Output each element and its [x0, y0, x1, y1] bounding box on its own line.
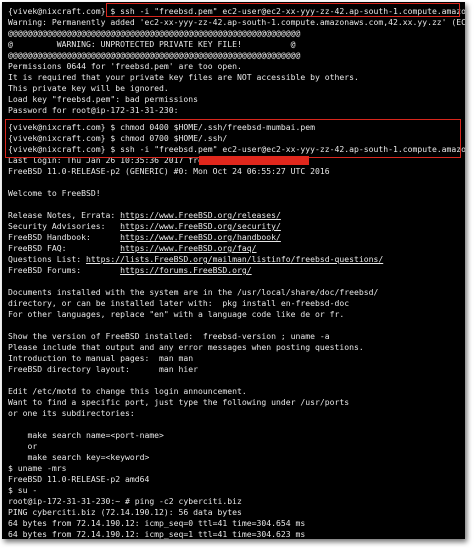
- output-line: Load key "freebsd.pem": bad permissions: [8, 94, 199, 104]
- output-line: or one its subdirectories:: [8, 408, 135, 418]
- release-notes-link[interactable]: https://www.FreeBSD.org/releases/: [120, 210, 281, 220]
- command-line: $ su -: [8, 485, 38, 495]
- output-line: @ WARNING: UNPROTECTED PRIVATE KEY FILE!…: [8, 39, 296, 49]
- command-line: root@ip-172-31-31-230:~ # ping -c2 cyber…: [8, 496, 242, 506]
- link-row: Security Advisories: https://www.FreeBSD…: [8, 221, 281, 232]
- output-line: FreeBSD 11.0-RELEASE-p2 amd64: [8, 474, 150, 484]
- output-line: It is required that your private key fil…: [8, 72, 359, 82]
- faq-link[interactable]: https://www.FreeBSD.org/faq/: [120, 243, 256, 253]
- link-label: Release Notes, Errata:: [8, 210, 121, 220]
- security-link[interactable]: https://www.FreeBSD.org/security/: [120, 221, 281, 231]
- command-line: $ uname -mrs: [8, 463, 67, 473]
- forums-link[interactable]: https://forums.FreeBSD.org/: [120, 265, 252, 275]
- output-line: make search name=<port-name>: [8, 430, 164, 440]
- link-row: FreeBSD Forums: https://forums.FreeBSD.o…: [8, 265, 252, 276]
- output-line: Documents installed with the system are …: [8, 287, 379, 297]
- output-line: Show the version of FreeBSD installed: f…: [8, 331, 330, 341]
- os-version-line: FreeBSD 11.0-RELEASE-p2 (GENERIC) #0: Mo…: [8, 166, 330, 176]
- link-label: FreeBSD Handbook:: [8, 232, 121, 242]
- terminal-window[interactable]: {vivek@nixcraft.com} $ ssh -i "freebsd.p…: [2, 2, 465, 539]
- link-label: Questions List:: [8, 254, 86, 264]
- output-line: Please include that output and any error…: [8, 342, 364, 352]
- output-line: 64 bytes from 72.14.190.12: icmp_seq=0 t…: [8, 518, 306, 528]
- output-line: make search key=<keyword>: [8, 452, 150, 462]
- output-line: This private key will be ignored.: [8, 83, 169, 93]
- fix-commands-highlight-box: [5, 119, 461, 158]
- output-line: For other languages, replace "en" with a…: [8, 309, 345, 319]
- questions-list-link[interactable]: https://lists.FreeBSD.org/mailman/listin…: [86, 254, 383, 264]
- redacted-ip-bar: [199, 156, 309, 165]
- output-line: 64 bytes from 72.14.190.12: icmp_seq=1 t…: [8, 529, 306, 539]
- link-label: Security Advisories:: [8, 221, 121, 231]
- link-row: FreeBSD FAQ: https://www.FreeBSD.org/faq…: [8, 243, 257, 254]
- link-row: Release Notes, Errata: https://www.FreeB…: [8, 210, 281, 221]
- output-line: Want to find a specific port, just type …: [8, 397, 350, 407]
- handbook-link[interactable]: https://www.FreeBSD.org/handbook/: [120, 232, 281, 242]
- output-line: or: [8, 441, 38, 451]
- ssh-command-highlight-box: [106, 3, 460, 17]
- output-line: Password for root@ip-172-31-31-230:: [8, 105, 179, 115]
- output-line: Edit /etc/motd to change this login anno…: [8, 386, 247, 396]
- output-line: @@@@@@@@@@@@@@@@@@@@@@@@@@@@@@@@@@@@@@@@…: [8, 50, 301, 60]
- link-label: FreeBSD FAQ:: [8, 243, 121, 253]
- welcome-line: Welcome to FreeBSD!: [8, 188, 101, 198]
- link-row: Questions List: https://lists.FreeBSD.or…: [8, 254, 383, 265]
- shell-prompt: {vivek@nixcraft.com} $: [8, 6, 116, 16]
- output-line: Permissions 0644 for 'freebsd.pem' are t…: [8, 61, 242, 71]
- output-line: @@@@@@@@@@@@@@@@@@@@@@@@@@@@@@@@@@@@@@@@…: [8, 28, 301, 38]
- link-label: FreeBSD Forums:: [8, 265, 121, 275]
- output-line: Warning: Permanently added 'ec2-xx-yyy-z…: [8, 17, 465, 27]
- output-line: PING cyberciti.biz (72.14.190.12): 56 da…: [8, 507, 242, 517]
- output-line: FreeBSD directory layout: man hier: [8, 364, 199, 374]
- output-line: directory, or can be installed later wit…: [8, 298, 350, 308]
- link-row: FreeBSD Handbook: https://www.FreeBSD.or…: [8, 232, 281, 243]
- output-line: Introduction to manual pages: man man: [8, 353, 194, 363]
